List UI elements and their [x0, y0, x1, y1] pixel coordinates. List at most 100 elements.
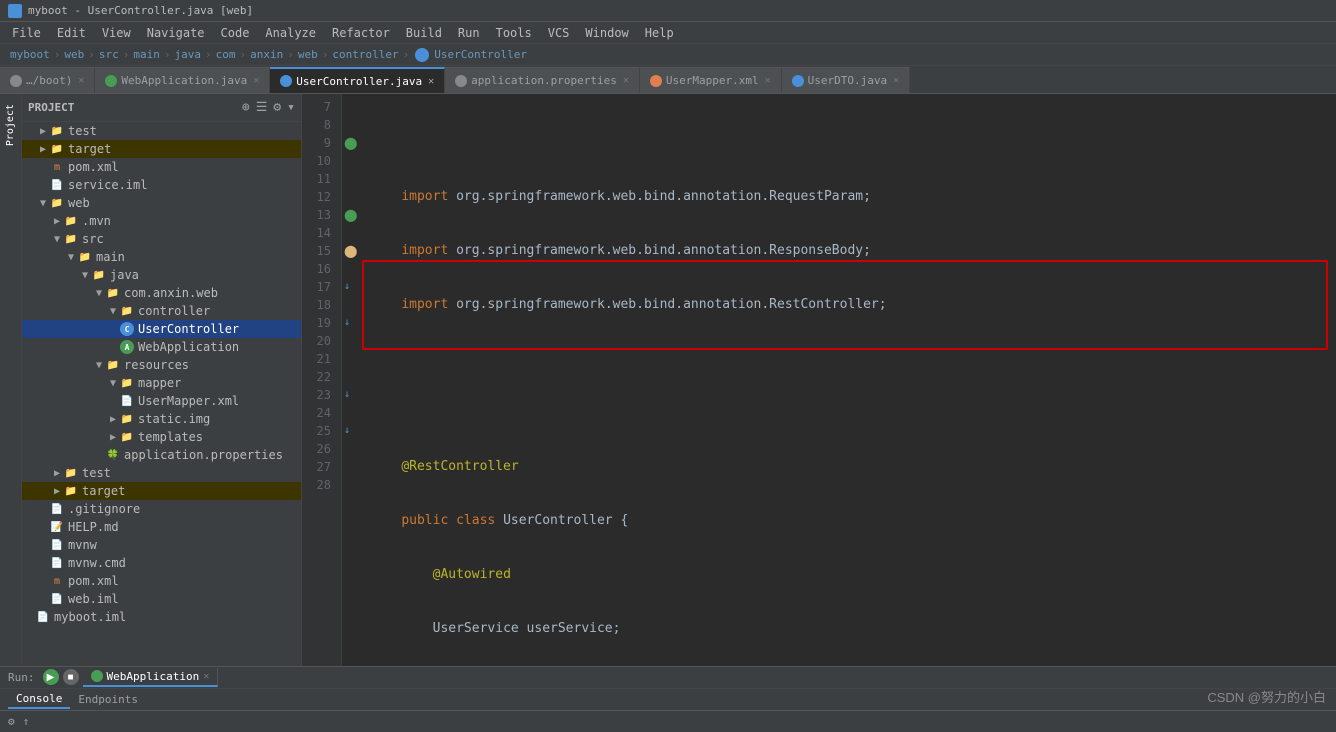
- tab-close-userdto[interactable]: ✕: [893, 75, 899, 86]
- tree-item-pom2[interactable]: m pom.xml: [22, 572, 301, 590]
- tree-item-test2[interactable]: ▶ 📁 test: [22, 464, 301, 482]
- menu-tools[interactable]: Tools: [488, 24, 540, 42]
- arrow-target2: ▶: [50, 486, 64, 497]
- tree-item-pom1[interactable]: m pom.xml: [22, 158, 301, 176]
- menu-help[interactable]: Help: [637, 24, 682, 42]
- tab-close-boot[interactable]: ✕: [78, 75, 84, 86]
- tab-usermapper[interactable]: UserMapper.xml ✕: [640, 67, 782, 93]
- tab-usercontroller[interactable]: UserController.java ✕: [270, 67, 445, 93]
- md-icon-help: 📝: [50, 520, 64, 534]
- label-target2: target: [82, 484, 125, 498]
- bc-anxin[interactable]: anxin: [250, 48, 283, 61]
- tree-item-mybootiml[interactable]: 📄 myboot.iml: [22, 608, 301, 626]
- tree-item-target1[interactable]: ▶ 📁 target: [22, 140, 301, 158]
- bc-main[interactable]: main: [133, 48, 160, 61]
- sidebar-settings-icon[interactable]: ⚙: [273, 100, 281, 115]
- tree-item-mvnwcmd[interactable]: 📄 mvnw.cmd: [22, 554, 301, 572]
- tree-item-appprops[interactable]: 🍀 application.properties: [22, 446, 301, 464]
- settings-icon[interactable]: ⚙: [8, 715, 15, 728]
- run-button[interactable]: ▶: [43, 669, 59, 685]
- tab-userdto[interactable]: UserDTO.java ✕: [782, 67, 911, 93]
- tree-item-usercontroller[interactable]: C UserController: [22, 320, 301, 338]
- tab-label-usermapper: UserMapper.xml: [666, 74, 759, 87]
- menu-edit[interactable]: Edit: [49, 24, 94, 42]
- menu-view[interactable]: View: [94, 24, 139, 42]
- bc-java[interactable]: java: [175, 48, 202, 61]
- tree-item-help[interactable]: 📝 HELP.md: [22, 518, 301, 536]
- bc-controller[interactable]: controller: [332, 48, 398, 61]
- tree-item-java[interactable]: ▼ 📁 java: [22, 266, 301, 284]
- java-icon-webapplication: A: [120, 340, 134, 354]
- run-tab-webapp[interactable]: WebApplication ✕: [83, 668, 219, 687]
- tree-item-mvn[interactable]: ▶ 📁 .mvn: [22, 212, 301, 230]
- folder-icon-mvn: 📁: [64, 214, 78, 228]
- tree-item-webapplication[interactable]: A WebApplication: [22, 338, 301, 356]
- code-line-9: import org.springframework.web.bind.anno…: [370, 296, 1328, 314]
- tab-close-webapp[interactable]: ✕: [253, 75, 259, 86]
- sidebar-close-icon[interactable]: ▾: [287, 100, 295, 115]
- tree-item-templates[interactable]: ▶ 📁 templates: [22, 428, 301, 446]
- tree-item-resources[interactable]: ▼ 📁 resources: [22, 356, 301, 374]
- label-serviceiml: service.iml: [68, 178, 147, 192]
- menu-build[interactable]: Build: [398, 24, 450, 42]
- bc-src[interactable]: src: [99, 48, 119, 61]
- menu-window[interactable]: Window: [577, 24, 636, 42]
- folder-icon-com: 📁: [106, 286, 120, 300]
- tree-item-main[interactable]: ▼ 📁 main: [22, 248, 301, 266]
- code-area[interactable]: 7 8 9 10 11 12 13 14 15 16 17 18 19 20 2…: [302, 94, 1336, 666]
- tree-item-target2[interactable]: ▶ 📁 target: [22, 482, 301, 500]
- tree-item-gitignore[interactable]: 📄 .gitignore: [22, 500, 301, 518]
- tree-item-webiml[interactable]: 📄 web.iml: [22, 590, 301, 608]
- menu-analyze[interactable]: Analyze: [257, 24, 324, 42]
- tab-close-usermapper[interactable]: ✕: [765, 75, 771, 86]
- sidebar-collapse-icon[interactable]: ☰: [256, 100, 268, 115]
- tree-item-src[interactable]: ▼ 📁 src: [22, 230, 301, 248]
- tabs-bar: …/boot) ✕ WebApplication.java ✕ UserCont…: [0, 66, 1336, 94]
- tree-item-web[interactable]: ▼ 📁 web: [22, 194, 301, 212]
- tree-item-com[interactable]: ▼ 📁 com.anxin.web: [22, 284, 301, 302]
- arrow-resources: ▼: [92, 360, 106, 371]
- menu-file[interactable]: File: [4, 24, 49, 42]
- editor[interactable]: 7 8 9 10 11 12 13 14 15 16 17 18 19 20 2…: [302, 94, 1336, 666]
- menu-code[interactable]: Code: [213, 24, 258, 42]
- code-content[interactable]: import org.springframework.web.bind.anno…: [362, 94, 1336, 666]
- bc-web[interactable]: web: [64, 48, 84, 61]
- tree-item-usermapper[interactable]: 📄 UserMapper.xml: [22, 392, 301, 410]
- code-line-15: UserService userService;: [370, 620, 1328, 638]
- tab-webapplication[interactable]: WebApplication.java ✕: [95, 67, 270, 93]
- tree-item-test[interactable]: ▶ 📁 test: [22, 122, 301, 140]
- iml-icon-myboot: 📄: [36, 610, 50, 624]
- tree-item-staticimg[interactable]: ▶ 📁 static.img: [22, 410, 301, 428]
- tree-item-mapper[interactable]: ▼ 📁 mapper: [22, 374, 301, 392]
- label-help: HELP.md: [68, 520, 119, 534]
- sidebar-locate-icon[interactable]: ⊕: [242, 100, 250, 115]
- arrow-java: ▼: [78, 270, 92, 281]
- bc-usercontroller[interactable]: UserController: [434, 48, 527, 61]
- bc-com[interactable]: com: [216, 48, 236, 61]
- bc-myboot[interactable]: myboot: [10, 48, 50, 61]
- folder-icon-test2: 📁: [64, 466, 78, 480]
- label-webiml: web.iml: [68, 592, 119, 606]
- folder-icon-main: 📁: [78, 250, 92, 264]
- tree-item-mvnw[interactable]: 📄 mvnw: [22, 536, 301, 554]
- tab-close-usercontroller[interactable]: ✕: [428, 76, 434, 87]
- tab-boot[interactable]: …/boot) ✕: [0, 67, 95, 93]
- bottom-tab-endpoints[interactable]: Endpoints: [70, 691, 146, 708]
- run-controls: ▶ ■: [39, 669, 83, 685]
- tree-item-serviceiml[interactable]: 📄 service.iml: [22, 176, 301, 194]
- up-icon[interactable]: ↑: [23, 715, 30, 728]
- label-usercontroller: UserController: [138, 322, 239, 336]
- stop-button[interactable]: ■: [63, 669, 79, 685]
- bottom-tab-console[interactable]: Console: [8, 690, 70, 709]
- tab-close-appprops[interactable]: ✕: [623, 75, 629, 86]
- menu-vcs[interactable]: VCS: [540, 24, 578, 42]
- folder-icon-src: 📁: [64, 232, 78, 246]
- menu-run[interactable]: Run: [450, 24, 488, 42]
- vtab-project[interactable]: Project: [2, 98, 19, 152]
- tree-item-controller[interactable]: ▼ 📁 controller: [22, 302, 301, 320]
- bc-web2[interactable]: web: [298, 48, 318, 61]
- run-tab-close[interactable]: ✕: [203, 671, 209, 682]
- menu-refactor[interactable]: Refactor: [324, 24, 398, 42]
- menu-navigate[interactable]: Navigate: [139, 24, 213, 42]
- tab-appprops[interactable]: application.properties ✕: [445, 67, 640, 93]
